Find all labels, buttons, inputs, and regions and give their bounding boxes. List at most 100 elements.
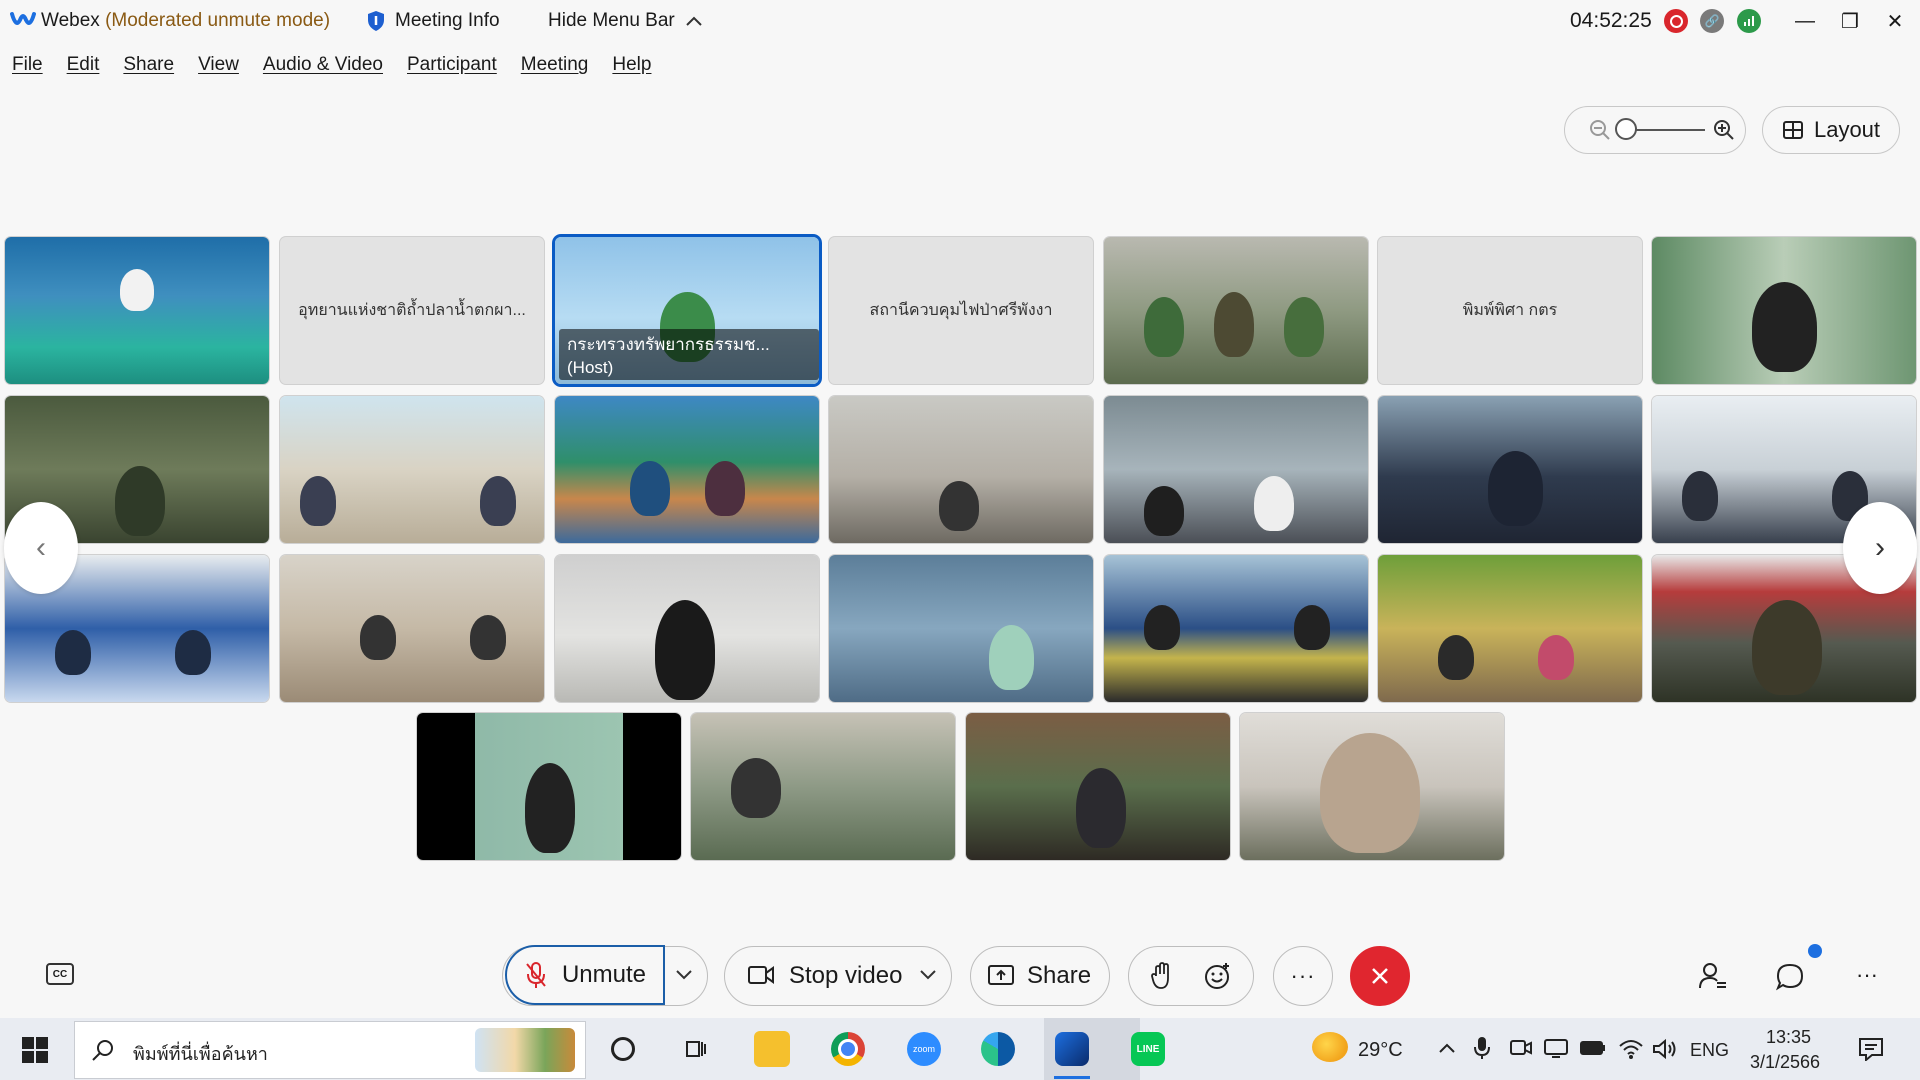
previous-page-button[interactable]: ‹ bbox=[4, 502, 78, 594]
next-page-button[interactable]: › bbox=[1843, 502, 1917, 594]
layout-button[interactable]: Layout bbox=[1762, 106, 1900, 154]
video-tile[interactable] bbox=[1378, 396, 1642, 543]
ellipsis-icon: ··· bbox=[1856, 962, 1878, 987]
microphone-tray-icon[interactable] bbox=[1474, 1036, 1490, 1060]
meet-now-icon[interactable] bbox=[1510, 1038, 1532, 1058]
menu-participant[interactable]: Participant bbox=[407, 54, 497, 76]
video-tile[interactable] bbox=[555, 396, 819, 543]
unmute-control: Unmute bbox=[502, 945, 708, 1006]
title-bar: Webex (Moderated unmute mode) Meeting In… bbox=[0, 0, 1920, 44]
more-menu-button[interactable]: ··· bbox=[1856, 962, 1878, 988]
menu-share[interactable]: Share bbox=[123, 54, 174, 76]
chevron-down-icon[interactable] bbox=[919, 969, 937, 981]
closed-captions-button[interactable]: CC bbox=[46, 963, 74, 985]
zoom-control[interactable] bbox=[1564, 106, 1746, 154]
weather-temperature: 29°C bbox=[1358, 1039, 1403, 1061]
zoom-in-icon[interactable] bbox=[1713, 119, 1735, 141]
video-tile-host[interactable]: กระทรวงทรัพยากรธรรมช... (Host) bbox=[555, 237, 819, 384]
video-tile-no-video[interactable]: พิมพ์พิศา กตร bbox=[1378, 237, 1642, 384]
video-tile[interactable] bbox=[5, 237, 269, 384]
video-tile[interactable] bbox=[1104, 237, 1368, 384]
share-button[interactable]: Share bbox=[970, 946, 1110, 1006]
raise-hand-button[interactable] bbox=[1139, 953, 1185, 999]
chrome-icon[interactable] bbox=[830, 1031, 866, 1067]
search-icon bbox=[92, 1040, 113, 1061]
weather-icon[interactable] bbox=[1312, 1032, 1348, 1062]
restore-button[interactable]: ❐ bbox=[1830, 6, 1870, 36]
video-tile[interactable] bbox=[1652, 237, 1916, 384]
smiley-icon bbox=[1205, 963, 1229, 989]
line-app-icon[interactable]: LINE bbox=[1130, 1031, 1166, 1067]
muted-microphone-icon bbox=[526, 962, 546, 988]
volume-icon[interactable] bbox=[1652, 1038, 1678, 1060]
video-tile[interactable] bbox=[1378, 555, 1642, 702]
webex-app-icon[interactable] bbox=[1054, 1031, 1090, 1067]
stop-video-label: Stop video bbox=[789, 962, 903, 989]
windows-start-icon[interactable] bbox=[22, 1037, 48, 1063]
participants-icon[interactable] bbox=[1698, 961, 1728, 991]
notifications-icon[interactable] bbox=[1858, 1037, 1884, 1061]
circle-icon bbox=[611, 1037, 635, 1061]
zoom-slider-handle[interactable] bbox=[1615, 118, 1637, 140]
cortana-button[interactable] bbox=[605, 1031, 641, 1067]
edge-icon[interactable] bbox=[980, 1031, 1016, 1067]
taskbar-search-box[interactable]: พิมพ์ที่นี่เพื่อค้นหา bbox=[74, 1021, 586, 1079]
recording-icon[interactable] bbox=[1664, 9, 1688, 33]
reactions-group bbox=[1128, 946, 1254, 1006]
video-tile[interactable] bbox=[280, 555, 544, 702]
close-window-button[interactable]: ✕ bbox=[1875, 6, 1915, 36]
video-tile[interactable] bbox=[417, 713, 681, 860]
participant-name: พิมพ์พิศา กตร bbox=[1462, 302, 1558, 319]
network-quality-icon[interactable] bbox=[1737, 9, 1761, 33]
meeting-info-button[interactable]: Meeting Info bbox=[395, 10, 500, 32]
chevron-up-icon[interactable] bbox=[1438, 1042, 1456, 1054]
participant-name: อุทยานแห่งชาติถ้ำปลาน้ำตกผา... bbox=[298, 302, 526, 319]
task-view-button[interactable] bbox=[678, 1031, 714, 1067]
share-label: Share bbox=[1027, 962, 1092, 989]
taskbar-date[interactable]: 3/1/2566 bbox=[1750, 1052, 1820, 1073]
close-icon bbox=[1372, 968, 1388, 984]
battery-icon[interactable] bbox=[1580, 1040, 1606, 1056]
leave-meeting-button[interactable] bbox=[1350, 946, 1410, 1006]
video-tile-no-video[interactable]: สถานีควบคุมไฟป่าศรีพังงา bbox=[829, 237, 1093, 384]
menu-edit[interactable]: Edit bbox=[67, 54, 100, 76]
reactions-button[interactable] bbox=[1195, 953, 1241, 999]
webex-logo bbox=[10, 12, 36, 25]
stop-video-control[interactable]: Stop video bbox=[724, 946, 952, 1006]
link-icon[interactable]: 🔗 bbox=[1700, 9, 1724, 33]
menu-view[interactable]: View bbox=[198, 54, 239, 76]
file-explorer-icon[interactable] bbox=[754, 1031, 790, 1067]
video-tile[interactable] bbox=[966, 713, 1230, 860]
more-options-button[interactable]: ··· bbox=[1273, 946, 1333, 1006]
chat-icon[interactable] bbox=[1775, 962, 1805, 992]
video-tile-no-video[interactable]: อุทยานแห่งชาติถ้ำปลาน้ำตกผา... bbox=[280, 237, 544, 384]
video-tile[interactable] bbox=[829, 555, 1093, 702]
taskbar-time[interactable]: 13:35 bbox=[1766, 1027, 1811, 1048]
menu-audio-video[interactable]: Audio & Video bbox=[263, 54, 383, 76]
video-tile[interactable] bbox=[1104, 555, 1368, 702]
video-tile[interactable] bbox=[280, 396, 544, 543]
chevron-down-icon[interactable] bbox=[675, 969, 693, 981]
minimize-button[interactable]: — bbox=[1785, 6, 1825, 36]
chevron-up-icon bbox=[686, 16, 702, 26]
cc-icon: CC bbox=[52, 968, 68, 980]
video-tile[interactable] bbox=[829, 396, 1093, 543]
video-tile[interactable] bbox=[1104, 396, 1368, 543]
wifi-icon[interactable] bbox=[1618, 1038, 1644, 1060]
menu-file[interactable]: File bbox=[12, 54, 43, 76]
menu-help[interactable]: Help bbox=[612, 54, 651, 76]
menu-meeting[interactable]: Meeting bbox=[521, 54, 589, 76]
zoom-app-icon[interactable]: zoom bbox=[906, 1031, 942, 1067]
unmute-button[interactable]: Unmute bbox=[505, 945, 665, 1005]
meeting-timer: 04:52:25 bbox=[1570, 9, 1652, 32]
shield-icon bbox=[368, 11, 384, 31]
hide-menu-bar-button[interactable]: Hide Menu Bar bbox=[548, 10, 703, 32]
video-tile[interactable] bbox=[1240, 713, 1504, 860]
input-language[interactable]: ENG bbox=[1690, 1040, 1729, 1061]
zoom-out-icon[interactable] bbox=[1589, 119, 1611, 141]
video-tile[interactable] bbox=[691, 713, 955, 860]
menu-bar: File Edit Share View Audio & Video Parti… bbox=[12, 54, 651, 76]
display-icon[interactable] bbox=[1544, 1038, 1568, 1058]
grid-layout-icon bbox=[1782, 121, 1803, 139]
video-tile[interactable] bbox=[555, 555, 819, 702]
